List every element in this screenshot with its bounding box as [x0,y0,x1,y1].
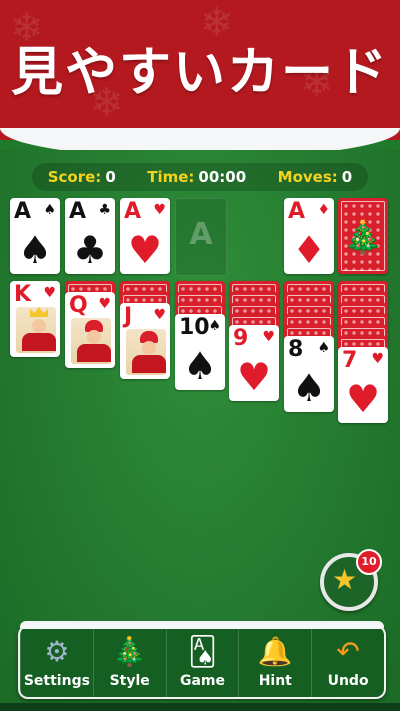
gear-icon: ⚙ [44,635,70,668]
foundation-card-ace-clubs[interactable]: A ♣ ♣ [65,198,115,274]
tableau-card-seven-hearts[interactable]: 7 ♥ ♥ [338,347,388,423]
tableau-card-eight-spades[interactable]: 8 ♠ ♠ [284,336,334,412]
tableau-card-king-hearts[interactable]: K ♥ [10,281,60,357]
wand-count-badge: 10 [356,549,382,575]
time-stat: Time: 00:00 [147,168,247,186]
style-button[interactable]: 🎄 Style [92,627,166,697]
hint-button[interactable]: 🔔 Hint [238,627,311,697]
settings-button[interactable]: ⚙ Settings [20,627,93,697]
queen-figure-icon [71,318,111,364]
game-button[interactable]: 🂡 Game [165,627,239,697]
tableau-card-nine-hearts[interactable]: 9 ♥ ♥ [229,325,279,401]
foundation-card-ace-hearts[interactable]: A ♥ ♥ [120,198,170,274]
christmas-tree-icon: 🎄 [343,218,383,256]
moves-stat: Moves: 0 [277,168,353,186]
waste-card-ace-diamonds[interactable]: A ♦ ♦ [284,198,334,274]
stats-bar: Score: 0 Time: 00:00 Moves: 0 [32,163,368,191]
undo-arrow-icon: ↶ [336,635,360,668]
magic-wand-button[interactable]: ★ 10 [320,549,382,611]
banner-title: 見やすいカード [10,43,389,103]
foundation-card-ace-spades[interactable]: A ♠ ♠ [10,198,60,274]
header-banner: ❄ ❄ ❄ ❄ 見やすいカード [0,0,400,140]
bottom-edge [0,703,400,711]
tableau-card-queen-hearts[interactable]: Q ♥ [65,292,115,368]
bottom-toolbar: ⚙ Settings 🎄 Style 🂡 Game 🔔 Hint ↶ Undo [18,621,386,699]
score-stat: Score: 0 [47,168,116,186]
empty-foundation-slot[interactable]: A [175,198,227,276]
magic-wand-icon: ★ [332,563,358,596]
tableau-card-ten-spades[interactable]: 10 ♠ ♠ [175,314,225,390]
christmas-tree-icon: 🎄 [112,635,148,668]
undo-button[interactable]: ↶ Undo [311,627,384,697]
king-figure-icon [16,307,56,353]
tableau-card-jack-hearts[interactable]: J ♥ [120,303,170,379]
stock-pile[interactable]: 🎄 [338,198,388,274]
cards-icon: 🂡 [188,635,217,668]
jack-figure-icon [126,329,166,375]
bell-icon: 🔔 [257,635,293,668]
